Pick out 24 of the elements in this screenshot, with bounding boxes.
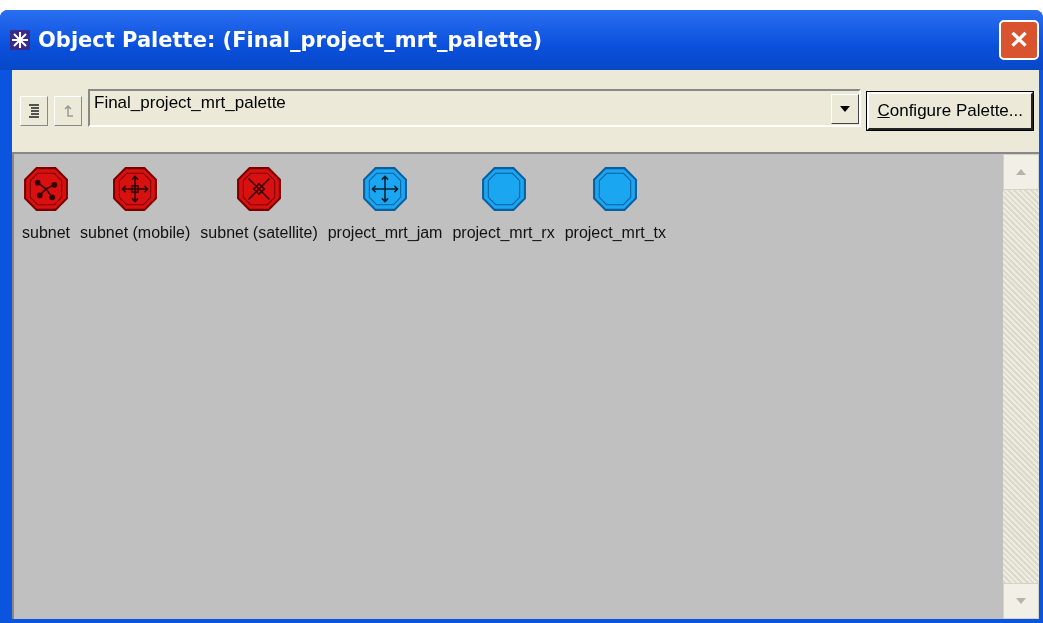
palette-dropdown[interactable]: Final_project_mrt_palette <box>88 89 862 127</box>
palette-item-label: subnet <box>22 224 71 242</box>
palette-item-label: project_mrt_rx <box>452 224 555 242</box>
list-icon <box>28 104 40 118</box>
list-view-button[interactable] <box>20 96 48 126</box>
close-button[interactable]: ✕ <box>999 20 1039 60</box>
up-arrow-icon <box>62 104 74 118</box>
subnet-icon[interactable] <box>23 166 69 212</box>
caret-icon <box>840 106 851 112</box>
node-icon[interactable] <box>592 166 639 212</box>
node-icon[interactable] <box>362 166 409 212</box>
up-level-button[interactable] <box>54 96 82 126</box>
configure-palette-button[interactable]: Configure Palette... <box>867 92 1033 130</box>
up-triangle-icon <box>1016 169 1026 175</box>
satellite-subnet-icon[interactable] <box>236 166 282 212</box>
node-icon[interactable] <box>480 166 527 212</box>
palette-item-label: subnet (mobile) <box>80 224 191 242</box>
mobile-subnet-icon[interactable] <box>112 166 159 212</box>
palette-item-label: project_mrt_tx <box>564 224 667 242</box>
window-title: Object Palette: (Final_project_mrt_palette) <box>38 28 544 52</box>
down-triangle-icon <box>1016 598 1026 604</box>
palette-item-label: subnet (satellite) <box>200 224 318 242</box>
palette-item-label: project_mrt_jam <box>327 224 443 242</box>
star-icon <box>10 30 30 50</box>
